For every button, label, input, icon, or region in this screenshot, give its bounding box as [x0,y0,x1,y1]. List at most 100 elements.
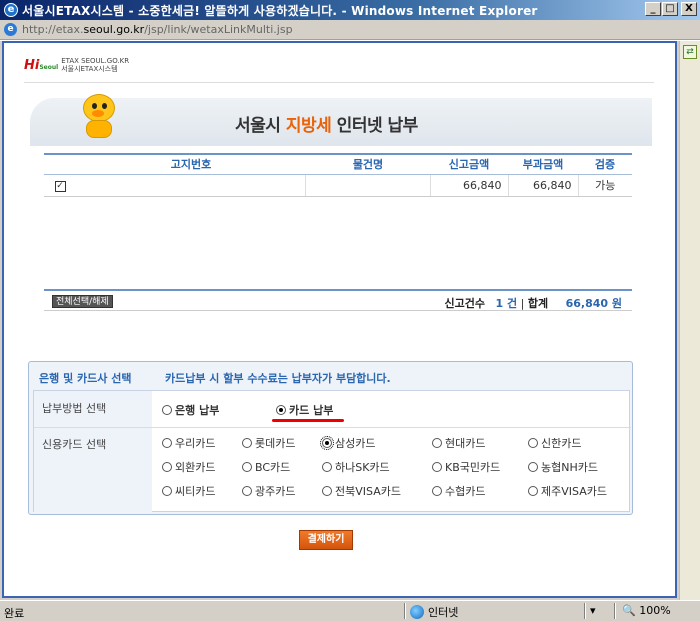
card-radio[interactable] [528,462,538,472]
count-label: 신고건수 [444,297,486,310]
summary-divider: | [520,297,525,310]
security-zone[interactable]: 인터넷 [410,604,458,620]
card-label-text: 외환카드 [175,461,216,474]
card-option-keb[interactable]: 외환카드 [162,459,215,475]
card-radio[interactable] [432,486,442,496]
card-option-samsung[interactable]: 삼성카드 [320,435,375,451]
method-bank-radio[interactable] [162,405,172,415]
title-pre: 서울시 [235,116,286,136]
card-option-hanask[interactable]: 하나SK카드 [322,459,390,475]
status-separator [614,603,616,619]
verify-cell: 가능 [578,174,632,197]
card-label-text: 하나SK카드 [335,461,390,474]
card-radio[interactable] [242,462,252,472]
card-option-jeju[interactable]: 제주VISA카드 [528,483,607,499]
header-verify: 검증 [578,153,632,175]
card-radio[interactable] [322,462,332,472]
table-header-row: 고지번호 물건명 신고금액 부과금액 검증 [44,153,632,175]
installment-notice: 카드납부 시 할부 수수료는 납부자가 부담합니다. [165,372,391,385]
item-cell [306,174,431,197]
card-label-text: 수협카드 [445,485,486,498]
header-check [44,153,76,175]
title-post: 인터넷 납부 [331,116,419,136]
header-notice-no: 고지번호 [76,153,306,175]
card-label-text: 롯데카드 [255,437,296,450]
report-amount-cell: 66,840 [430,174,509,197]
zoom-level[interactable]: 🔍 100% [622,604,671,617]
logo-hi: HiSeoul [24,58,58,73]
card-radio[interactable] [322,486,332,496]
ie-logo-icon: e [4,3,18,17]
status-separator [584,603,586,619]
compat-view-icon[interactable]: ⇄ [683,45,697,59]
page-banner: 서울시 지방세 인터넷 납부 [30,94,652,146]
notice-no-part [168,175,214,196]
method-card-label: 카드 납부 [289,404,334,417]
etax-logo[interactable]: HiSeoul ETAX SEOUL.GO.KR 서울시ETAX시스템 [24,57,129,73]
total-value: 66,840 원 [565,297,622,310]
card-option-woori[interactable]: 우리카드 [162,435,215,451]
status-bar: 완료 인터넷 ▾ 🔍 100% [0,600,700,621]
globe-icon [410,605,424,619]
card-label-text: 현대카드 [445,437,486,450]
title-highlight: 지방세 [285,116,332,136]
card-label: 신용카드 선택 [34,428,152,513]
logo-line1: ETAX SEOUL.GO.KR [61,57,130,65]
notice-no-part [213,175,259,196]
minimize-button[interactable]: _ [645,2,661,16]
total-label: 합계 [527,297,549,310]
card-radio[interactable] [320,436,334,450]
summary-bar: 전체선택/해제 신고건수 1 건 | 합계 66,840 원 [44,289,632,311]
card-option-suhyup[interactable]: 수협카드 [432,483,485,499]
card-radio[interactable] [162,438,172,448]
card-option-hyundai[interactable]: 현대카드 [432,435,485,451]
card-label-text: 씨티카드 [175,485,216,498]
card-radio[interactable] [528,486,538,496]
header-item: 물건명 [306,153,430,175]
card-radio[interactable] [432,462,442,472]
zoom-icon: 🔍 [622,604,636,617]
card-option-citi[interactable]: 씨티카드 [162,483,215,499]
row-checkbox[interactable]: ✓ [54,181,66,192]
logo-hi-sub: Seoul [39,63,59,71]
notice-no-part [259,174,306,196]
card-label-text: 농협NH카드 [541,461,598,474]
card-option-gwangju[interactable]: 광주카드 [242,483,295,499]
card-label-text: 제주VISA카드 [541,485,607,498]
table-row: ✓ 66,840 66,840 가능 [44,174,632,197]
logo-text: ETAX SEOUL.GO.KR 서울시ETAX시스템 [61,57,129,73]
logo-row: HiSeoul ETAX SEOUL.GO.KR 서울시ETAX시스템 [24,55,654,83]
summary-count: 신고건수 1 건 | 합계 66,840 원 [445,295,622,311]
maximize-button[interactable]: □ [662,2,678,16]
method-card-radio[interactable] [276,405,286,415]
card-label-text: BC카드 [255,461,291,474]
card-radio[interactable] [162,486,172,496]
select-all-button[interactable]: 전체선택/해제 [52,295,113,308]
address-url[interactable]: http://etax.seoul.go.kr/jsp/link/wetaxLi… [22,23,293,36]
close-button[interactable]: X [681,2,697,16]
card-label-text: 광주카드 [255,485,296,498]
card-radio[interactable] [432,438,442,448]
method-card-option[interactable]: 카드 납부 [276,402,333,418]
card-radio[interactable] [162,462,172,472]
status-separator [404,603,406,619]
tax-list-table: 고지번호 물건명 신고금액 부과금액 검증 ✓ 66,840 66,840 가능 [44,153,632,197]
card-option-shinhan[interactable]: 신한카드 [528,435,581,451]
payment-header: 은행 및 카드사 선택 카드납부 시 할부 수수료는 납부자가 부담합니다. [29,362,632,388]
card-radio[interactable] [528,438,538,448]
pay-button[interactable]: 결제하기 [299,530,353,550]
card-option-bc[interactable]: BC카드 [242,459,290,475]
card-option-lotte[interactable]: 롯데카드 [242,435,295,451]
card-radio[interactable] [242,486,252,496]
card-option-nh[interactable]: 농협NH카드 [528,459,598,475]
method-bank-option[interactable]: 은행 납부 [162,402,219,418]
notice-no-part [122,175,168,196]
url-domain: seoul.go.kr [83,23,145,36]
card-radio[interactable] [242,438,252,448]
card-option-jeonbuk[interactable]: 전북VISA카드 [322,483,401,499]
page-viewport: HiSeoul ETAX SEOUL.GO.KR 서울시ETAX시스템 서울시 … [2,41,677,598]
notice-no-part [76,175,122,196]
protected-mode-dropdown[interactable]: ▾ [590,604,596,617]
window-titlebar: e 서울시ETAX시스템 - 소중한세금! 알뜰하게 사용하겠습니다. - Wi… [0,0,700,20]
card-option-kb[interactable]: KB국민카드 [432,459,500,475]
